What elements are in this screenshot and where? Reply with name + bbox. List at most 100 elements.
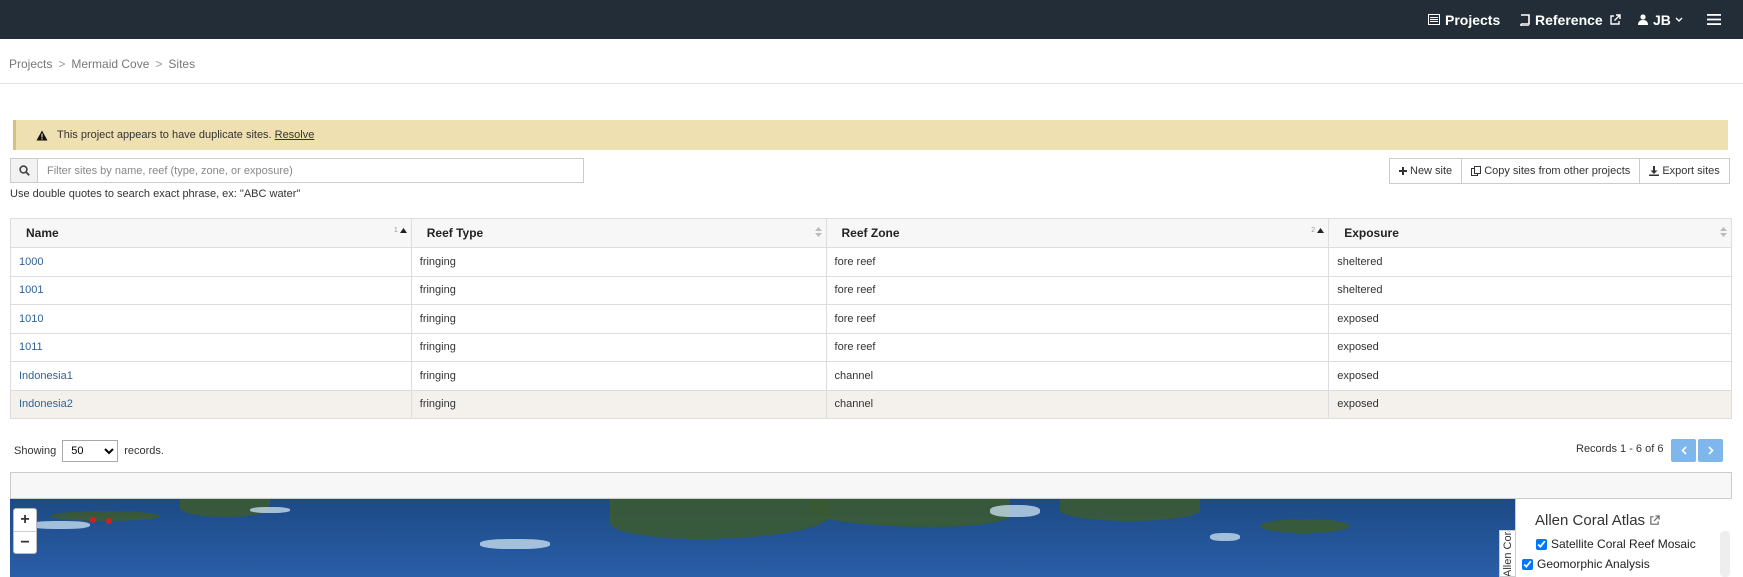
layer-label: Geomorphic Analysis (1537, 557, 1650, 571)
external-link-icon (1650, 515, 1660, 525)
plus-icon (1399, 167, 1407, 175)
hamburger-menu-button[interactable] (1707, 0, 1726, 39)
previous-page-button[interactable] (1671, 439, 1696, 462)
cell-reef-zone: fore reef (826, 276, 1330, 305)
zoom-in-button[interactable]: + (14, 509, 36, 531)
column-header-label: Reef Type (426, 226, 484, 240)
cell-reef-type: fringing (411, 333, 827, 362)
nav-user-menu[interactable]: JB (1638, 0, 1683, 39)
site-marker[interactable] (90, 517, 96, 523)
sort-asc-icon (1317, 228, 1325, 233)
cell-reef-zone: fore reef (826, 333, 1330, 362)
map-legend: Allen Coral Atlas Satellite Coral Reef M… (1515, 499, 1732, 577)
map-landmass (1060, 499, 1200, 521)
book-icon (1520, 13, 1530, 26)
site-link[interactable]: 1010 (19, 313, 43, 325)
cell-exposure: exposed (1328, 333, 1732, 362)
new-site-label: New site (1410, 165, 1453, 177)
legend-title-label: Allen Coral Atlas (1535, 512, 1646, 529)
breadcrumb-project[interactable]: Mermaid Cove (71, 57, 149, 71)
search-hint: Use double quotes to search exact phrase… (10, 188, 301, 200)
layer-satellite-mosaic[interactable]: Satellite Coral Reef Mosaic (1536, 537, 1696, 551)
map-landmass (610, 499, 830, 539)
layer-geomorphic[interactable]: Geomorphic Analysis (1522, 557, 1650, 571)
list-icon (1428, 14, 1440, 25)
legend-tab-label: Allen Coral Atlas (1502, 530, 1514, 577)
chevron-left-icon (1680, 446, 1687, 455)
cell-reef-type: fringing (411, 361, 827, 391)
layer-label: Satellite Coral Reef Mosaic (1551, 537, 1696, 551)
export-sites-label: Export sites (1662, 165, 1720, 177)
map-reef (480, 539, 550, 549)
sort-indicator (814, 227, 822, 237)
cell-reef-zone: fore reef (826, 304, 1330, 334)
map-reef (250, 507, 290, 513)
site-marker[interactable] (106, 518, 112, 524)
map-landmass (50, 511, 160, 521)
column-header-label: Name (26, 226, 59, 240)
external-link-icon (1610, 13, 1621, 25)
site-actions: New site Copy sites from other projects … (1389, 158, 1730, 184)
records-label: records. (124, 445, 164, 457)
table-row: 1010 fringing fore reef exposed (10, 304, 1732, 334)
top-navbar: Projects Reference JB (0, 0, 1743, 39)
sort-indicator: 1 (394, 227, 407, 234)
breadcrumb-current: Sites (168, 57, 196, 71)
table-row: 1011 fringing fore reef exposed (10, 333, 1732, 362)
cell-reef-type: fringing (411, 247, 827, 277)
sort-order: 1 (393, 227, 398, 234)
export-sites-button[interactable]: Export sites (1640, 158, 1730, 184)
header-divider (0, 83, 1743, 84)
user-icon (1638, 14, 1648, 25)
duplicate-sites-alert: This project appears to have duplicate s… (13, 120, 1728, 150)
next-page-button[interactable] (1698, 439, 1723, 462)
site-link[interactable]: Indonesia1 (19, 370, 73, 382)
table-row: Indonesia1 fringing channel exposed (10, 361, 1732, 391)
cell-name: 1001 (10, 276, 412, 305)
download-icon (1649, 166, 1660, 176)
layer-checkbox[interactable] (1536, 538, 1547, 550)
legend-scrollbar[interactable] (1720, 531, 1730, 577)
site-link[interactable]: 1000 (19, 256, 43, 268)
nav-projects-label: Projects (1445, 11, 1501, 28)
site-link[interactable]: 1001 (19, 284, 43, 296)
site-link[interactable]: 1011 (19, 341, 43, 353)
nav-projects[interactable]: Projects (1428, 0, 1500, 39)
sort-both-icon (814, 227, 822, 237)
sites-map[interactable] (10, 499, 1515, 577)
pager (1671, 439, 1723, 462)
cell-name: 1000 (10, 247, 412, 277)
map-zoom-control: + − (13, 508, 37, 554)
cell-reef-type: fringing (411, 304, 827, 334)
column-header-name[interactable]: Name 1 (10, 218, 412, 248)
cell-reef-type: fringing (411, 390, 827, 419)
cell-name: Indonesia2 (10, 390, 412, 419)
page-size-select[interactable]: 50 (62, 440, 119, 462)
nav-reference[interactable]: Reference (1519, 0, 1621, 39)
zoom-out-button[interactable]: − (14, 531, 36, 553)
column-header-exposure[interactable]: Exposure (1328, 218, 1732, 248)
sites-table: Name 1 Reef Type Reef Zone 2 Exposure 10… (10, 218, 1732, 419)
table-row: 1001 fringing fore reef sheltered (10, 276, 1732, 305)
search-input[interactable] (38, 158, 584, 183)
layer-checkbox[interactable] (1522, 558, 1533, 570)
cell-exposure: sheltered (1328, 276, 1732, 305)
legend-toggle-tab[interactable]: Allen Coral Atlas (1499, 530, 1515, 577)
column-header-reef-type[interactable]: Reef Type (411, 218, 827, 248)
sort-asc-icon (399, 228, 407, 233)
cell-exposure: exposed (1328, 361, 1732, 391)
site-link[interactable]: Indonesia2 (19, 398, 73, 410)
cell-name: Indonesia1 (10, 361, 412, 391)
breadcrumb-projects[interactable]: Projects (9, 57, 52, 71)
map-landmass (810, 499, 1010, 527)
map-reef (1210, 533, 1240, 541)
map-reef (990, 505, 1040, 517)
cell-exposure: sheltered (1328, 247, 1732, 277)
legend-title[interactable]: Allen Coral Atlas (1535, 512, 1660, 529)
resolve-link[interactable]: Resolve (275, 129, 315, 141)
copy-icon (1471, 166, 1482, 176)
breadcrumb-separator: > (58, 57, 66, 71)
copy-sites-button[interactable]: Copy sites from other projects (1462, 158, 1641, 184)
new-site-button[interactable]: New site (1389, 158, 1463, 184)
column-header-reef-zone[interactable]: Reef Zone 2 (826, 218, 1330, 248)
